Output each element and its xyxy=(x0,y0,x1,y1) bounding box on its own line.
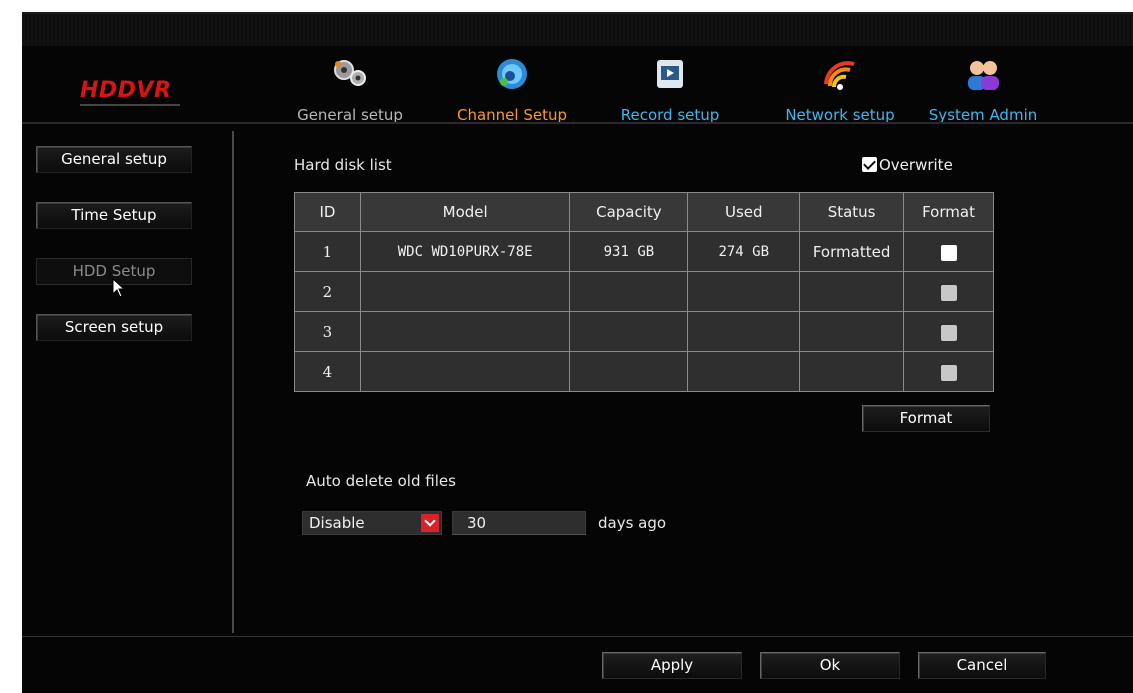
cell-used xyxy=(687,311,801,352)
format-checkbox[interactable] xyxy=(940,364,957,381)
mouse-cursor-icon xyxy=(112,278,126,298)
cell-model xyxy=(359,311,571,352)
cell-status xyxy=(799,311,905,352)
gears-icon xyxy=(334,60,366,86)
column-header: Used xyxy=(687,192,801,232)
sidebar-item-time-setup[interactable]: Time Setup xyxy=(36,202,192,229)
app-logo: HDDVR xyxy=(80,78,180,106)
chevron-down-icon xyxy=(421,514,439,532)
dvr-screen: HDDVR General setup Channel Setup Record… xyxy=(22,12,1133,693)
cell-id: 4 xyxy=(294,351,361,392)
cell-status xyxy=(799,271,905,312)
column-header: Status xyxy=(799,192,905,232)
cancel-button[interactable]: Cancel xyxy=(918,652,1046,679)
window-frame: HDDVR General setup Channel Setup Record… xyxy=(0,0,1133,693)
cell-used: 274 GB xyxy=(687,231,801,272)
cell-id: 1 xyxy=(294,231,361,272)
overwrite-checkbox[interactable]: Overwrite xyxy=(862,156,953,174)
auto-delete-select-value: Disable xyxy=(309,514,365,532)
cell-model xyxy=(359,271,571,312)
cell-id: 3 xyxy=(294,311,361,352)
cell-capacity xyxy=(569,351,689,392)
cell-model: WDC WD10PURX-78E xyxy=(359,231,571,272)
sidebar-item-general-setup[interactable]: General setup xyxy=(36,146,192,173)
cell-format xyxy=(903,271,994,312)
table-row: 1 WDC WD10PURX-78E 931 GB 274 GB Formatt… xyxy=(294,231,994,272)
auto-delete-label: Auto delete old files xyxy=(306,472,456,490)
hdd-table: ID Model Capacity Used Status Format 1 W… xyxy=(294,192,994,392)
format-checkbox[interactable] xyxy=(940,324,957,341)
table-row: 4 xyxy=(294,351,994,392)
format-checkbox[interactable] xyxy=(940,284,957,301)
cell-capacity: 931 GB xyxy=(569,231,689,272)
cell-model xyxy=(359,351,571,392)
cell-id: 2 xyxy=(294,271,361,312)
cell-format xyxy=(903,351,994,392)
checkmark-icon xyxy=(862,157,877,172)
sidebar-divider xyxy=(232,131,234,633)
table-header-row: ID Model Capacity Used Status Format xyxy=(294,192,994,232)
cell-used xyxy=(687,351,801,392)
cell-capacity xyxy=(569,311,689,352)
auto-delete-select[interactable]: Disable xyxy=(302,511,442,535)
cell-status xyxy=(799,351,905,392)
camera-icon xyxy=(497,59,527,89)
apply-button[interactable]: Apply xyxy=(602,652,742,679)
header-divider xyxy=(22,122,1133,124)
days-input[interactable]: 30 xyxy=(452,511,586,535)
overwrite-label: Overwrite xyxy=(879,156,953,174)
table-row: 2 xyxy=(294,271,994,312)
users-icon xyxy=(968,61,999,90)
film-icon xyxy=(657,60,683,88)
wifi-icon xyxy=(824,61,855,90)
format-checkbox[interactable] xyxy=(940,244,957,261)
column-header: Format xyxy=(903,192,994,232)
cell-used xyxy=(687,271,801,312)
footer-divider xyxy=(22,636,1133,637)
cell-capacity xyxy=(569,271,689,312)
days-suffix-label: days ago xyxy=(598,514,667,532)
column-header: Model xyxy=(359,192,571,232)
hdd-list-label: Hard disk list xyxy=(294,156,392,174)
format-button[interactable]: Format xyxy=(862,405,990,432)
table-row: 3 xyxy=(294,311,994,352)
column-header: ID xyxy=(294,192,361,232)
cell-format xyxy=(903,311,994,352)
column-header: Capacity xyxy=(569,192,689,232)
cell-status: Formatted xyxy=(799,231,905,272)
sidebar-item-screen-setup[interactable]: Screen setup xyxy=(36,314,192,341)
top-strip xyxy=(22,14,1133,46)
ok-button[interactable]: Ok xyxy=(760,652,900,679)
cell-format xyxy=(903,231,994,272)
